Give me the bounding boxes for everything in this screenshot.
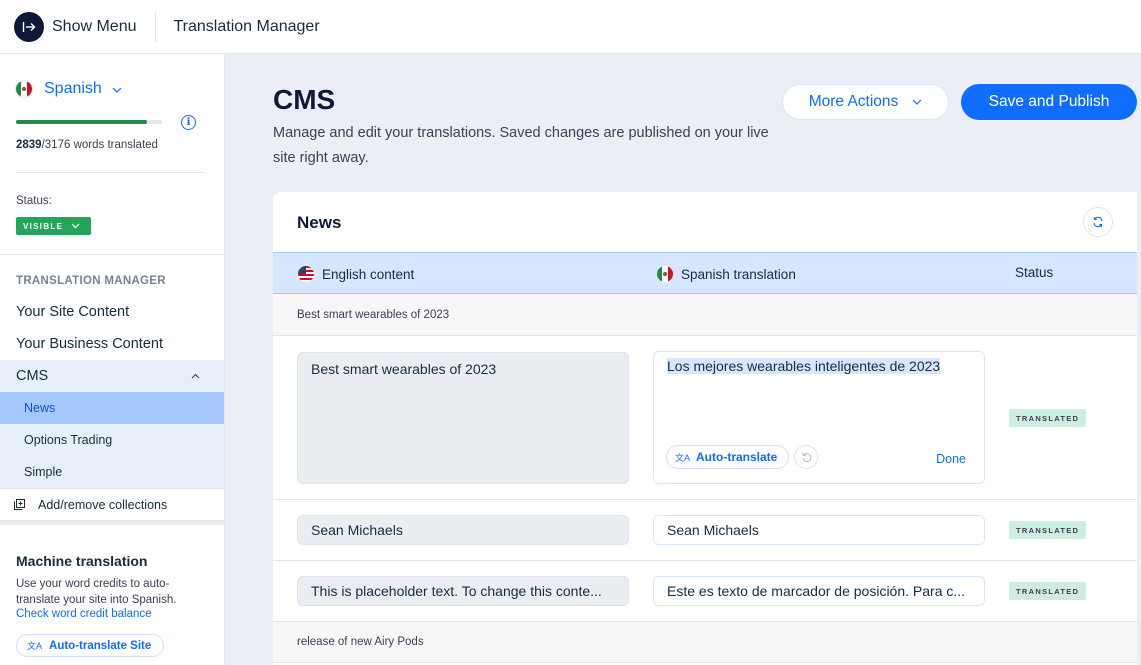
show-menu-button[interactable]: Show Menu	[14, 11, 137, 42]
item-group-label: release of new Airy Pods	[297, 636, 424, 648]
machine-translation-description: Use your word credits to auto-translate …	[16, 578, 177, 606]
auto-translate-label: Auto-translate	[696, 450, 778, 464]
column-header-row: English content Spanish translation Stat…	[273, 252, 1137, 294]
sidebar-item-options-trading[interactable]: Options Trading	[0, 424, 224, 456]
visibility-status-value: VISIBLE	[23, 221, 64, 231]
translation-editor[interactable]: Los mejores wearables inteligentes de 20…	[653, 351, 985, 484]
collection-card: News English content Spanish translation…	[273, 192, 1141, 665]
page-title: CMS	[273, 84, 336, 115]
sidebar-item-news[interactable]: News	[0, 392, 224, 424]
chevron-down-icon	[71, 223, 80, 229]
translation-input[interactable]: Este es texto de marcador de posición. P…	[653, 576, 985, 606]
refresh-icon	[1093, 216, 1103, 228]
sidebar-item-simple[interactable]: Simple	[0, 456, 224, 488]
item-group-label: Best smart wearables of 2023	[297, 308, 450, 321]
column-header-label: Spanish translation	[681, 266, 796, 282]
done-button[interactable]: Done	[936, 452, 966, 466]
translate-icon: 文A	[27, 641, 43, 651]
info-icon[interactable]: i	[181, 115, 196, 130]
source-text-field: Best smart wearables of 2023	[297, 352, 629, 484]
machine-translation-panel: Machine translation Use your word credit…	[0, 521, 224, 665]
column-header-spanish: Spanish translation	[656, 265, 796, 283]
mexico-flag-icon	[15, 80, 33, 98]
auto-translate-site-button[interactable]: 文A Auto-translate Site	[16, 634, 165, 657]
words-translated: 2839/3176 words translated	[16, 139, 158, 151]
translate-icon: 文A	[675, 452, 691, 463]
status-badge: TRANSLATED	[1009, 409, 1087, 427]
visibility-status-dropdown[interactable]: VISIBLE	[16, 217, 91, 235]
sidebar-divider	[0, 254, 224, 255]
auto-translate-site-label: Auto-translate Site	[49, 639, 152, 652]
sidebar-item-site-content[interactable]: Your Site Content	[0, 296, 224, 328]
machine-translation-title: Machine translation	[16, 553, 148, 569]
source-text-field: Sean Michaels	[297, 515, 629, 545]
sidebar-item-label: Options Trading	[24, 433, 113, 447]
total-words: /3176 words translated	[41, 139, 158, 151]
sidebar-item-label: Your Business Content	[16, 336, 163, 352]
language-name: Spanish	[44, 80, 102, 97]
translation-progress-fill	[16, 120, 147, 124]
check-credit-balance-link[interactable]: Check word credit balance	[16, 608, 152, 620]
mexico-flag-icon	[656, 265, 674, 283]
chevron-up-icon	[191, 373, 200, 379]
source-text-field: This is placeholder text. To change this…	[297, 576, 629, 606]
more-actions-button[interactable]: More Actions	[782, 84, 949, 120]
translation-text[interactable]: Los mejores wearables inteligentes de 20…	[667, 358, 941, 374]
chevron-down-icon	[912, 99, 922, 105]
item-group-header[interactable]: Best smart wearables of 2023	[273, 294, 1137, 336]
translation-input[interactable]: Sean Michaels	[653, 515, 985, 545]
sidebar-item-label: CMS	[16, 368, 49, 384]
item-group-header[interactable]: release of new Airy Pods	[273, 621, 1137, 663]
scrollbar[interactable]	[1137, 192, 1141, 665]
status-badge: TRANSLATED	[1009, 521, 1087, 539]
sidebar-divider	[16, 172, 204, 173]
show-menu-label: Show Menu	[52, 17, 137, 35]
row-divider	[273, 499, 1137, 500]
expand-menu-icon	[14, 11, 44, 42]
add-collections-label: Add/remove collections	[38, 497, 168, 512]
sidebar-item-cms[interactable]: CMS	[0, 360, 224, 392]
collection-title: News	[297, 213, 342, 232]
section-heading: TRANSLATION MANAGER	[16, 275, 166, 287]
add-remove-collections-button[interactable]: Add/remove collections	[0, 488, 224, 521]
auto-translate-button[interactable]: 文A Auto-translate	[666, 445, 790, 469]
status-label: Status:	[16, 195, 52, 207]
translation-progress-bar	[16, 120, 162, 124]
sidebar-item-label: Your Site Content	[16, 304, 130, 320]
language-selector[interactable]: Spanish	[15, 80, 122, 98]
row-divider	[273, 560, 1137, 561]
page-description: Manage and edit your translations. Saved…	[273, 125, 769, 166]
top-bar: Show Menu Translation Manager	[0, 0, 1141, 54]
column-header-label: English content	[322, 266, 415, 282]
topbar-divider	[154, 11, 156, 42]
more-actions-label: More Actions	[808, 93, 899, 110]
add-collection-icon	[14, 499, 25, 510]
column-header-status: Status	[1015, 265, 1053, 280]
save-and-publish-button[interactable]: Save and Publish	[961, 84, 1137, 120]
refresh-button[interactable]	[1083, 207, 1113, 237]
chevron-down-icon	[112, 80, 122, 98]
column-header-english: English content	[297, 265, 414, 283]
sidebar: Spanish i 2839/3176 words translated Sta…	[0, 54, 225, 665]
us-flag-icon	[297, 265, 315, 283]
sidebar-item-label: News	[24, 401, 56, 415]
sidebar-item-business-content[interactable]: Your Business Content	[0, 328, 224, 360]
sidebar-item-label: Simple	[24, 465, 63, 479]
column-header-label: Status	[1015, 265, 1054, 280]
status-badge: TRANSLATED	[1009, 582, 1087, 600]
undo-button[interactable]	[794, 445, 818, 469]
translated-count: 2839	[16, 139, 42, 151]
app-title: Translation Manager	[173, 17, 320, 35]
undo-icon	[801, 452, 811, 462]
